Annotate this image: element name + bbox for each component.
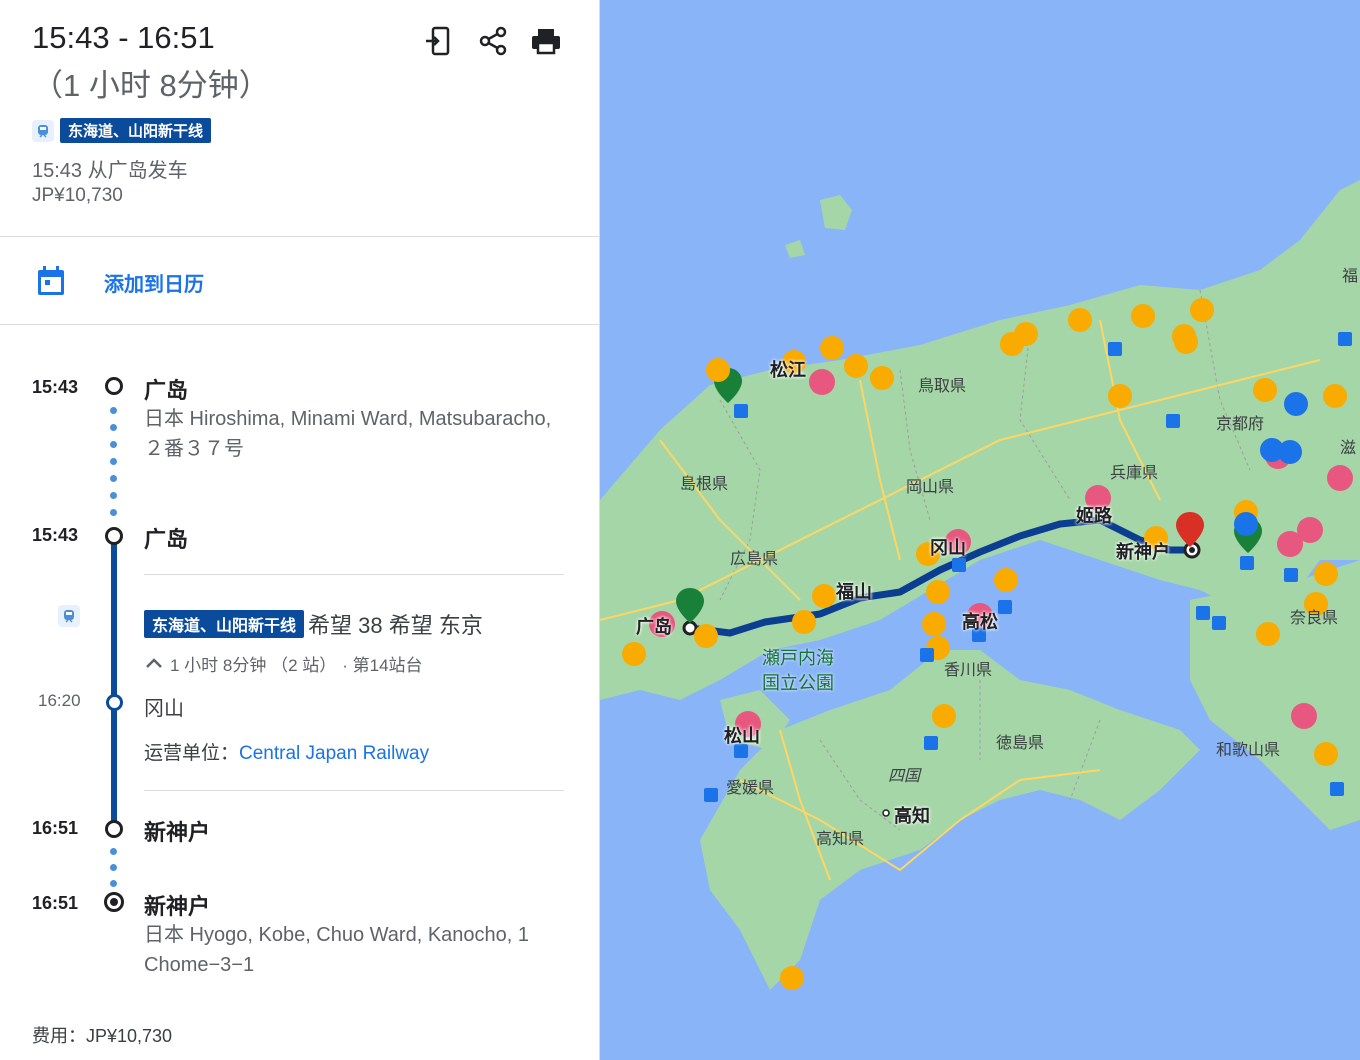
- trip-duration: （1 小时 8分钟）: [32, 68, 270, 103]
- board-marker: [105, 527, 123, 545]
- map-label-city: 松山: [724, 726, 760, 747]
- total-cost: 费用：JP¥10,730: [32, 1026, 173, 1046]
- map-label: 香川県: [944, 660, 993, 679]
- line-row: 东海道、山阳新干线: [32, 118, 212, 143]
- divider: [0, 236, 599, 237]
- map-label-city: 新神户: [1116, 542, 1170, 563]
- walk-dot: [110, 492, 117, 499]
- map-label: 兵庫県: [1110, 463, 1159, 482]
- divider: [0, 324, 599, 325]
- map-label: 岡山県: [906, 477, 955, 496]
- map-label: 京都府: [1216, 414, 1265, 433]
- line-badge: 东海道、山阳新干线: [60, 118, 212, 143]
- map-label-city: 高知: [894, 806, 930, 827]
- print-icon[interactable]: [529, 24, 563, 58]
- chevron-up-icon: [146, 657, 162, 668]
- map-label: 滋: [1340, 438, 1357, 457]
- destination-marker: [104, 892, 124, 912]
- origin-time: 15:43: [32, 377, 79, 397]
- operator-label: 运营单位：: [144, 743, 240, 764]
- map-label-city: 姬路: [1076, 506, 1112, 527]
- map-label: 奈良県: [1290, 608, 1339, 627]
- train-service-row: 东海道、山阳新干线 希望 38 希望 东京: [144, 608, 483, 640]
- map-label: 和歌山県: [1216, 740, 1281, 759]
- alight-marker: [105, 820, 123, 838]
- walk-dot: [110, 475, 117, 482]
- train-icon: [58, 605, 80, 627]
- walk-dot: [110, 880, 117, 887]
- map-label: 徳島県: [996, 733, 1045, 752]
- platform: · 第14站台: [342, 656, 423, 675]
- park-label-line: 国立公園: [762, 673, 834, 694]
- walk-dot: [110, 458, 117, 465]
- directions-panel: 15:43 - 16:51 （1 小时 8分钟） 东海道、山阳新干线 15:43…: [0, 0, 600, 1060]
- operator-link[interactable]: Central Japan Railway: [239, 743, 429, 764]
- map-label-city: 松江: [770, 360, 806, 381]
- share-icon[interactable]: [476, 24, 510, 58]
- train-service: 希望 38 希望 东京: [308, 613, 483, 638]
- map-label: 福: [1342, 266, 1359, 285]
- map-label: 高知県: [816, 829, 865, 848]
- calendar-icon[interactable]: [36, 265, 66, 302]
- walk-dot: [110, 424, 117, 431]
- city-dot: [882, 809, 890, 817]
- map-label: 島根県: [680, 474, 729, 493]
- destination-address: 日本 Hyogo, Kobe, Chuo Ward, Kanocho, 1 Ch…: [144, 924, 530, 976]
- map-label: 愛媛県: [726, 778, 775, 797]
- departure-info: 15:43 从广岛发车: [32, 160, 188, 182]
- alight-stop-name[interactable]: 新神户: [144, 815, 210, 847]
- intermediate-time: 16:20: [38, 691, 81, 710]
- board-time: 15:43: [32, 525, 79, 545]
- train-segment-line: [111, 540, 117, 830]
- board-stop-name[interactable]: 广岛: [144, 522, 188, 554]
- train-summary: 1 小时 8分钟 （2 站）: [170, 656, 337, 675]
- route-origin-marker[interactable]: [682, 620, 698, 636]
- walk-dot: [110, 407, 117, 414]
- map-canvas[interactable]: [600, 0, 1360, 1060]
- divider: [144, 790, 564, 791]
- walk-dot: [110, 509, 117, 516]
- origin-address: 日本 Hiroshima, Minami Ward, Matsubaracho,…: [144, 408, 552, 460]
- map-view[interactable]: 鳥取県 島根県 岡山県 広島県 兵庫県 京都府 滋 福 广岛 福山 冈山 姬路 …: [600, 0, 1360, 1060]
- walk-dot: [110, 848, 117, 855]
- map-label-city: 高松: [962, 612, 998, 633]
- destination-stop-name[interactable]: 新神户: [144, 889, 210, 921]
- trip-time-range: 15:43 - 16:51: [32, 20, 215, 55]
- park-label-line: 瀬戸内海: [762, 648, 834, 669]
- park-label: 瀬戸内海 国立公園: [762, 646, 834, 696]
- divider: [144, 574, 564, 575]
- map-label-city: 冈山: [930, 538, 966, 559]
- train-summary-row[interactable]: 1 小时 8分钟 （2 站） · 第14站台: [144, 651, 423, 676]
- origin-marker: [105, 377, 123, 395]
- trip-price: JP¥10,730: [32, 185, 123, 206]
- map-label: 鳥取県: [918, 376, 967, 395]
- add-to-calendar-link[interactable]: 添加到日历: [104, 268, 204, 297]
- map-label-city: 福山: [836, 582, 872, 603]
- intermediate-marker: [106, 694, 123, 711]
- destination-time: 16:51: [32, 893, 79, 913]
- map-label: 広島県: [730, 549, 779, 568]
- intermediate-stop[interactable]: 冈山: [144, 692, 184, 721]
- send-to-phone-icon[interactable]: [422, 24, 456, 58]
- map-label: 四国: [888, 766, 921, 785]
- walk-dot: [110, 864, 117, 871]
- map-label-city: 广岛: [636, 617, 672, 638]
- line-badge: 东海道、山阳新干线: [144, 610, 305, 638]
- walk-dot: [110, 441, 117, 448]
- operator-row: 运营单位：Central Japan Railway: [144, 738, 429, 765]
- origin-stop-name[interactable]: 广岛: [144, 373, 188, 405]
- alight-time: 16:51: [32, 818, 79, 838]
- train-icon: [32, 119, 54, 142]
